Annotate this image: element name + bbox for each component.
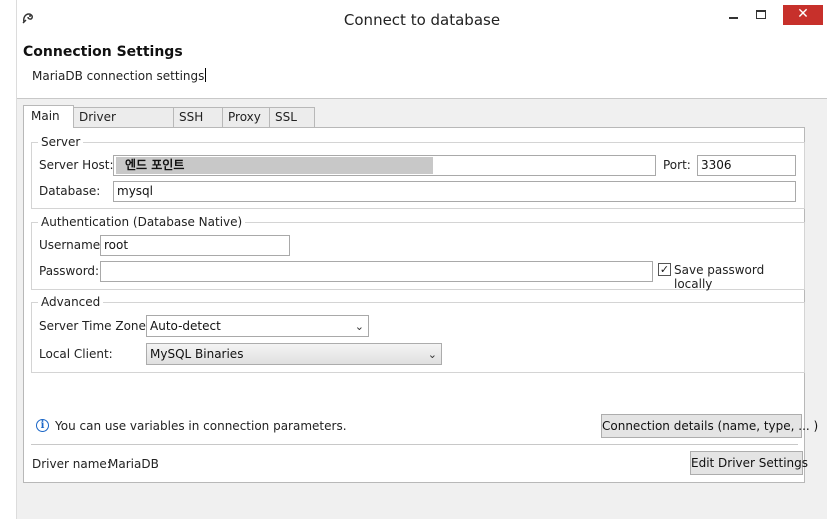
server-legend: Server <box>41 135 81 149</box>
tab-main[interactable]: Main <box>23 105 74 128</box>
connection-settings-title: Connection Settings <box>23 44 183 60</box>
connection-details-button[interactable]: Connection details (name, type, ... ) <box>601 414 818 438</box>
connect-dialog: Connect to database ✕ Connection Setting… <box>16 0 827 519</box>
local-client-value: MySQL Binaries <box>150 347 244 361</box>
database-label: Database: <box>39 184 101 198</box>
connection-settings-subtitle: MariaDB connection settings <box>32 68 207 83</box>
info-icon: i <box>36 419 49 432</box>
title-bar: Connect to database ✕ <box>17 0 827 36</box>
server-host-value: 엔드 포인트 <box>125 158 185 172</box>
local-client-select[interactable]: MySQL Binaries ⌄ <box>146 343 442 365</box>
username-label: Username: <box>39 238 105 252</box>
tab-proxy[interactable]: Proxy <box>222 107 270 127</box>
header-panel: Connection Settings MariaDB connection s… <box>17 36 827 99</box>
server-host-label: Server Host: <box>39 158 114 172</box>
minimize-icon <box>729 17 738 19</box>
chevron-down-icon: ⌄ <box>427 348 437 361</box>
variables-info-text: You can use variables in connection para… <box>55 419 347 433</box>
save-password-checkbox[interactable]: ✓ <box>658 263 671 276</box>
driver-name-value: MariaDB <box>108 457 159 471</box>
driver-name-label: Driver name: <box>32 457 111 471</box>
port-input[interactable]: 3306 <box>697 155 796 176</box>
window-title: Connect to database <box>343 11 501 29</box>
edit-driver-settings-button[interactable]: Edit Driver Settings <box>690 451 808 475</box>
maximize-button[interactable] <box>752 5 772 25</box>
server-host-input[interactable]: 엔드 포인트 <box>113 155 656 176</box>
password-label: Password: <box>39 264 100 278</box>
advanced-legend: Advanced <box>41 295 101 309</box>
tab-ssl[interactable]: SSL <box>269 107 315 127</box>
server-timezone-value: Auto-detect <box>150 319 221 333</box>
checkmark-icon: ✓ <box>659 263 670 276</box>
database-input[interactable]: mysql <box>113 181 796 202</box>
main-tab-panel: Server Server Host: 엔드 포인트 Port: 3306 Da… <box>23 127 818 483</box>
footer-divider <box>31 444 798 445</box>
tab-ssh[interactable]: SSH <box>173 107 223 127</box>
username-input[interactable]: root <box>100 235 290 256</box>
server-timezone-label: Server Time Zone: <box>39 319 150 333</box>
server-timezone-select[interactable]: Auto-detect ⌄ <box>146 315 369 337</box>
maximize-icon <box>756 10 766 19</box>
save-password-label: Save password locally <box>674 263 765 291</box>
local-client-label: Local Client: <box>39 347 113 361</box>
password-input[interactable] <box>100 261 653 282</box>
minimize-button[interactable] <box>723 5 743 25</box>
chevron-down-icon: ⌄ <box>354 320 364 333</box>
close-button[interactable]: ✕ <box>783 5 823 25</box>
authentication-legend: Authentication (Database Native) <box>41 215 243 229</box>
tab-driver-properties[interactable]: Driver properties <box>73 107 174 143</box>
port-label: Port: <box>663 158 691 172</box>
close-icon: ✕ <box>797 6 809 22</box>
